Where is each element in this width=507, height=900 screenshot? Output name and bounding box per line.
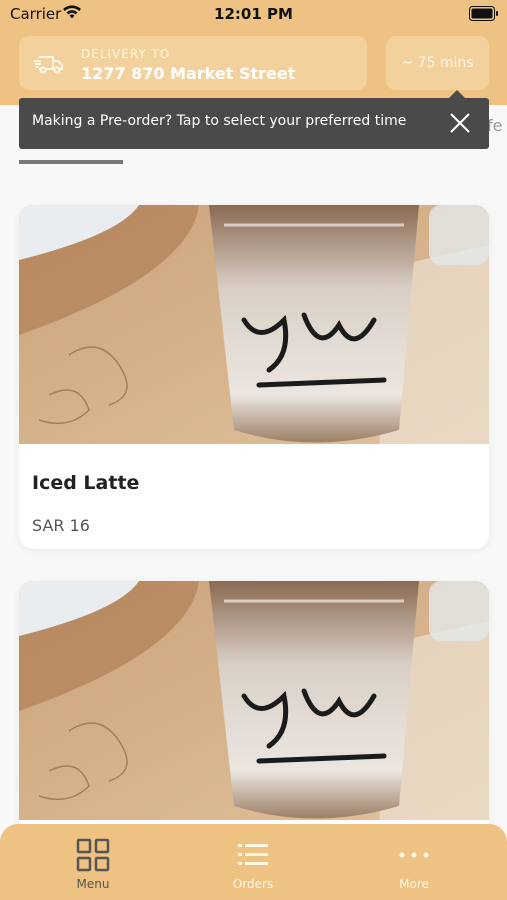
category-tab-peek[interactable]: fe [487, 116, 507, 135]
active-tab-indicator [19, 160, 123, 164]
header: DELIVERY TO 1277 870 Market Street ~ 75 … [0, 30, 507, 105]
bottom-nav: Menu Orders More [0, 824, 507, 900]
close-icon[interactable] [449, 112, 471, 134]
preorder-message: Making a Pre-order? Tap to select your p… [32, 113, 407, 129]
nav-label-more: More [399, 877, 429, 891]
delivery-address-button[interactable]: DELIVERY TO 1277 870 Market Street [19, 36, 367, 90]
product-image [19, 581, 489, 820]
nav-item-orders[interactable]: Orders [193, 838, 313, 891]
clock: 12:01 PM [214, 5, 293, 23]
battery-icon [469, 6, 498, 21]
status-bar: Carrier 12:01 PM [0, 0, 507, 30]
list-icon [238, 844, 268, 865]
product-image [19, 205, 489, 444]
product-price: SAR 16 [32, 516, 90, 535]
nav-item-more[interactable]: More [354, 838, 474, 891]
nav-label-menu: Menu [76, 877, 110, 891]
nav-label-orders: Orders [232, 877, 274, 891]
product-name: Iced Latte [32, 472, 140, 494]
product-card[interactable]: Iced Latte SAR 16 [19, 205, 489, 549]
grid-icon [76, 838, 110, 872]
delivery-label: DELIVERY TO [81, 47, 171, 61]
truck-icon [34, 56, 63, 74]
more-dots-icon [399, 852, 429, 858]
nav-item-menu[interactable]: Menu [33, 838, 153, 891]
eta-button[interactable]: ~ 75 mins [386, 36, 489, 90]
delivery-address: 1277 870 Market Street [81, 64, 296, 83]
preorder-tooltip[interactable]: Making a Pre-order? Tap to select your p… [19, 90, 489, 149]
